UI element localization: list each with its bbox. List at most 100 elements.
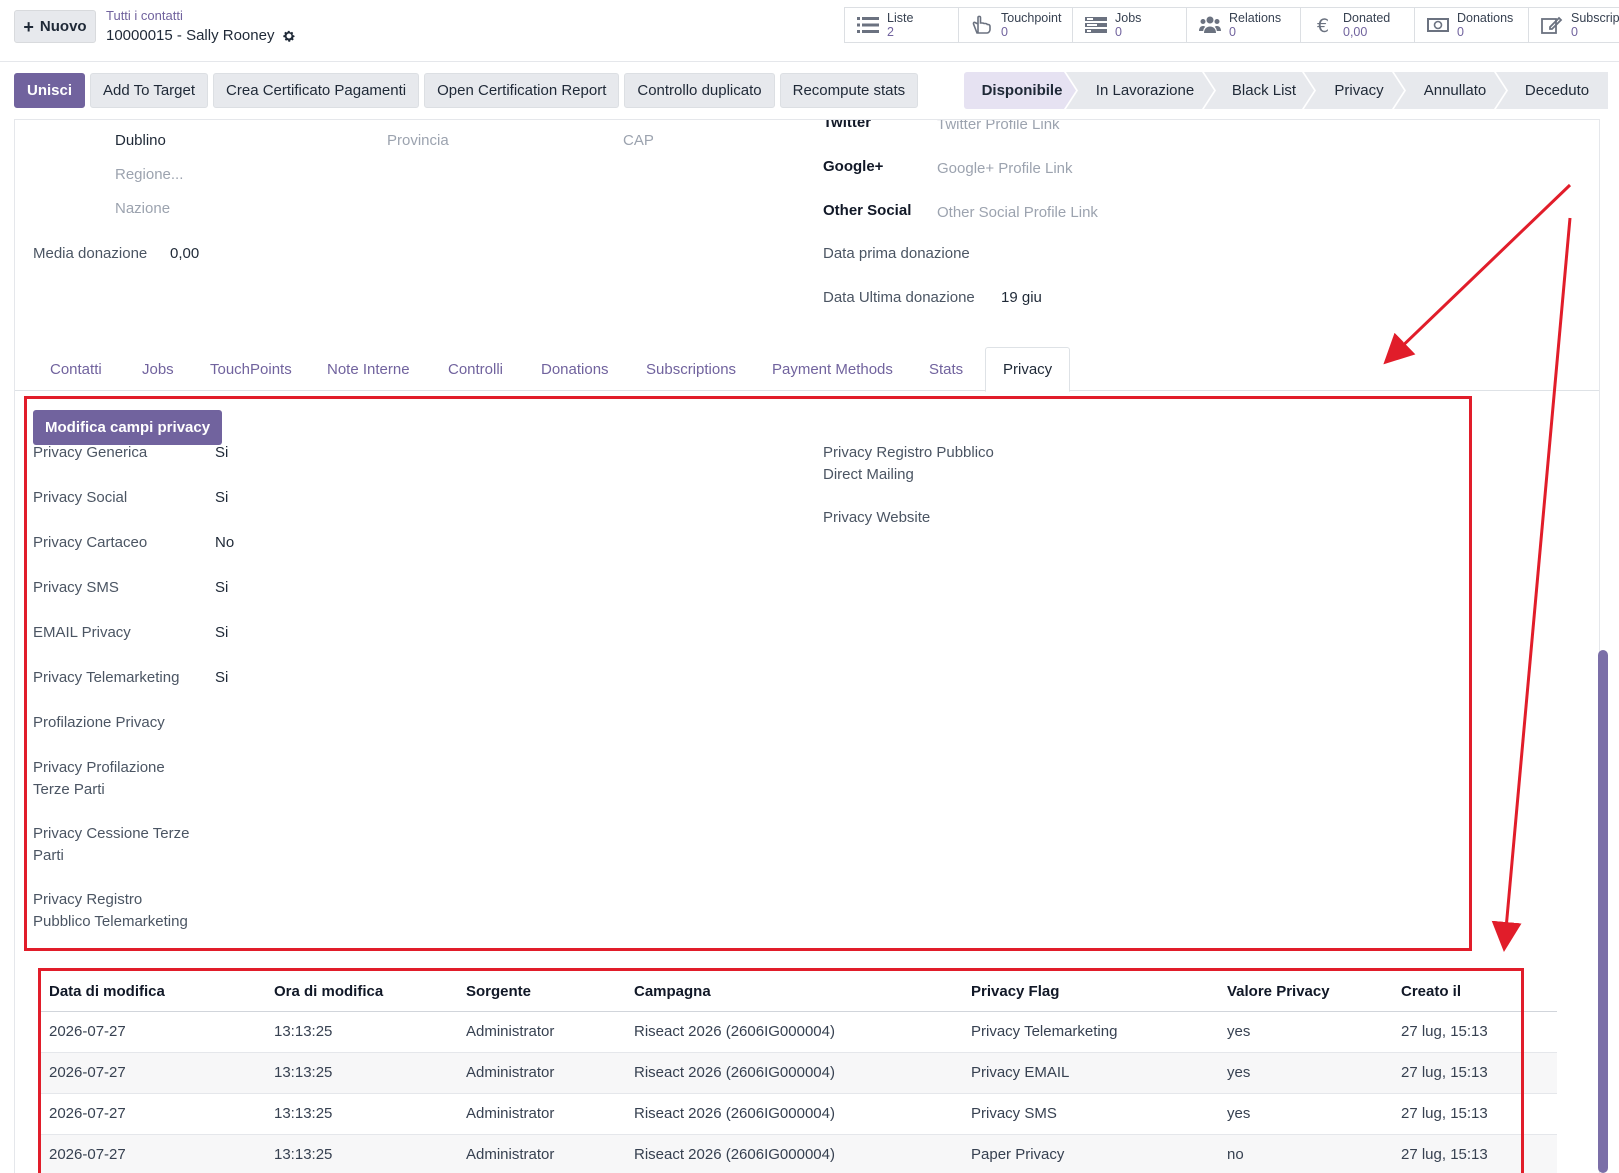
users-icon [1199, 16, 1221, 33]
gear-icon[interactable] [282, 29, 296, 43]
tab-note-interne[interactable]: Note Interne [310, 347, 427, 391]
table-header-row: Data di modifica Ora di modifica Sorgent… [41, 973, 1557, 1012]
twitter-field[interactable]: Twitter Profile Link [937, 120, 1060, 133]
zip-field[interactable]: CAP [623, 132, 654, 149]
last-donation-value: 19 giu [1001, 289, 1042, 306]
stat-label: Liste [887, 11, 914, 25]
table-cell: Privacy SMS [963, 1093, 1219, 1135]
stat-button-liste[interactable]: Liste 2 [845, 8, 959, 42]
privacy-direct-mailing-label: Privacy Registro Pubblico Direct Mailing [823, 444, 994, 483]
payment-certificate-button[interactable]: Crea Certificato Pagamenti [213, 73, 420, 108]
recompute-stats-button[interactable]: Recompute stats [779, 73, 919, 108]
column-header[interactable]: Valore Privacy [1219, 973, 1393, 1012]
country-field[interactable]: Nazione [115, 200, 170, 217]
column-header[interactable]: Creato il [1393, 973, 1557, 1012]
stat-value: 0 [1001, 25, 1008, 39]
column-header[interactable]: Campagna [626, 973, 963, 1012]
stage-deceduto[interactable]: Deceduto [1496, 72, 1608, 109]
tab-jobs[interactable]: Jobs [125, 347, 191, 391]
table-row[interactable]: 2026-07-27 13:13:25 Administrator Riseac… [41, 1093, 1557, 1135]
province-field[interactable]: Provincia [387, 132, 449, 149]
privacy-sms-value: Si [215, 579, 229, 596]
form-sheet: Dublino Provincia CAP Regione... Nazione… [14, 119, 1600, 1173]
control-panel: + Nuovo Tutti i contatti 10000015 - Sall… [0, 0, 1619, 62]
stat-value: 0 [1229, 25, 1236, 39]
breadcrumb-all-contacts[interactable]: Tutti i contatti [106, 8, 183, 23]
other-social-field[interactable]: Other Social Profile Link [937, 204, 1098, 221]
table-cell: 2026-07-27 [41, 1052, 266, 1094]
column-header[interactable]: Data di modifica [41, 973, 266, 1012]
privacy-telemarketing-value: Si [215, 669, 229, 686]
avg-donation-value: 0,00 [170, 245, 200, 262]
table-row[interactable]: 2026-07-27 13:13:25 Administrator Riseac… [41, 1052, 1557, 1094]
table-cell: 27 lug, 15:13 [1393, 1134, 1557, 1173]
table-cell: Administrator [458, 1011, 626, 1053]
table-cell: Privacy Telemarketing [963, 1011, 1219, 1053]
column-header[interactable]: Sorgente [458, 973, 626, 1012]
table-cell: 27 lug, 15:13 [1393, 1011, 1557, 1053]
tasks-icon [1085, 17, 1107, 33]
duplicate-check-button[interactable]: Controllo duplicato [624, 73, 775, 108]
privacy-telemarketing-register-label: Privacy Registro Pubblico Telemarketing [33, 891, 188, 930]
tab-privacy[interactable]: Privacy [985, 347, 1071, 392]
table-cell: Riseact 2026 (2606IG000004) [626, 1134, 963, 1173]
merge-button[interactable]: Unisci [14, 73, 86, 108]
tab-stats[interactable]: Stats [912, 347, 980, 391]
edit-icon [1541, 16, 1563, 34]
scrollbar[interactable] [1598, 650, 1608, 1173]
table-cell: yes [1219, 1093, 1393, 1135]
table-cell: 13:13:25 [266, 1052, 458, 1094]
stat-label: Donations [1457, 11, 1514, 25]
stat-value: 0 [1571, 25, 1578, 39]
privacy-email-label: EMAIL Privacy [33, 624, 131, 641]
add-to-target-button[interactable]: Add To Target [90, 73, 209, 108]
tab-subscriptions[interactable]: Subscriptions [629, 347, 753, 391]
table-cell: 2026-07-27 [41, 1011, 266, 1053]
column-header[interactable]: Ora di modifica [266, 973, 458, 1012]
region-field[interactable]: Regione... [115, 166, 183, 183]
money-bill-icon [1427, 18, 1449, 32]
table-cell: 13:13:25 [266, 1011, 458, 1053]
table-cell: 27 lug, 15:13 [1393, 1052, 1557, 1094]
stat-button-subscriptions[interactable]: Subscrip 0 [1529, 8, 1619, 42]
tab-contatti[interactable]: Contatti [33, 347, 119, 391]
notebook-tabs: Contatti Jobs TouchPoints Note Interne C… [15, 347, 1599, 392]
table-cell: 2026-07-27 [41, 1093, 266, 1135]
tab-touchpoints[interactable]: TouchPoints [193, 347, 309, 391]
stat-button-jobs[interactable]: Jobs 0 [1073, 8, 1187, 42]
table-cell: Privacy EMAIL [963, 1052, 1219, 1094]
table-row[interactable]: 2026-07-27 13:13:25 Administrator Riseac… [41, 1011, 1557, 1053]
privacy-third-party-transfer-label: Privacy Cessione Terze Parti [33, 825, 190, 864]
privacy-profiling-label: Profilazione Privacy [33, 714, 165, 731]
list-icon [857, 17, 879, 33]
column-header[interactable]: Privacy Flag [963, 973, 1219, 1012]
google-field[interactable]: Google+ Profile Link [937, 160, 1073, 177]
avg-donation-label: Media donazione [33, 245, 148, 262]
google-label: Google+ [823, 158, 884, 175]
stage-in-lavorazione[interactable]: In Lavorazione [1066, 72, 1214, 109]
stat-button-donations[interactable]: Donations 0 [1415, 8, 1529, 42]
stat-button-relations[interactable]: Relations 0 [1187, 8, 1301, 42]
edit-privacy-button[interactable]: Modifica campi privacy [33, 410, 223, 445]
privacy-paper-label: Privacy Cartaceo [33, 534, 148, 551]
tab-payment-methods[interactable]: Payment Methods [755, 347, 910, 391]
plus-icon: + [23, 16, 34, 37]
stat-label: Touchpoint [1001, 11, 1062, 25]
stat-button-touchpoint[interactable]: Touchpoint 0 [959, 8, 1073, 42]
table-cell: 27 lug, 15:13 [1393, 1093, 1557, 1135]
new-button[interactable]: + Nuovo [14, 10, 96, 43]
table-cell: 2026-07-27 [41, 1134, 266, 1173]
stage-disponibile[interactable]: Disponibile [964, 72, 1076, 109]
stat-button-donated[interactable]: € Donated 0,00 [1301, 8, 1415, 42]
stage-black-list[interactable]: Black List [1204, 72, 1314, 109]
stage-annullato[interactable]: Annullato [1394, 72, 1506, 109]
certification-report-button[interactable]: Open Certification Report [424, 73, 620, 108]
stat-label: Donated [1343, 11, 1391, 25]
table-row[interactable]: 2026-07-27 13:13:25 Administrator Riseac… [41, 1134, 1557, 1173]
city-field[interactable]: Dublino [115, 132, 166, 149]
tab-controlli[interactable]: Controlli [431, 347, 520, 391]
stage-privacy[interactable]: Privacy [1304, 72, 1404, 109]
tab-donations[interactable]: Donations [524, 347, 626, 391]
privacy-telemarketing-label: Privacy Telemarketing [33, 669, 180, 686]
privacy-third-party-profiling-label: Privacy Profilazione Terze Parti [33, 759, 165, 798]
